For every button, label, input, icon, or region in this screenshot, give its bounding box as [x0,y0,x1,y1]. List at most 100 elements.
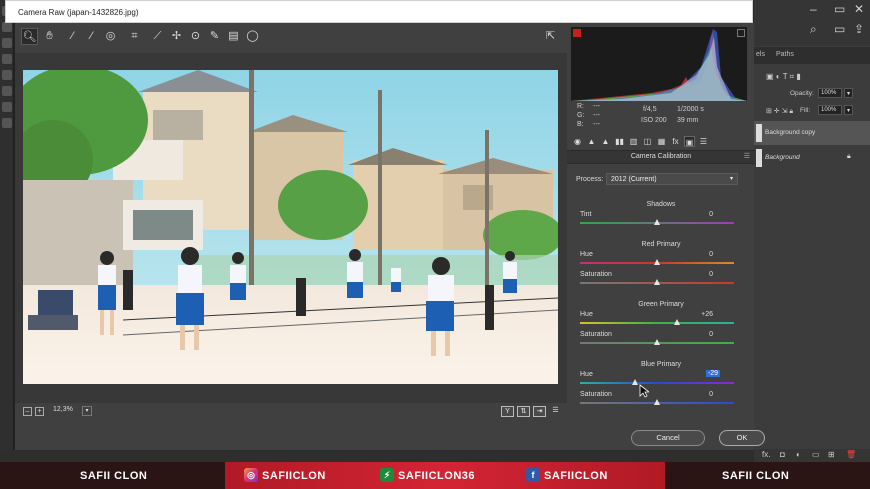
toolbar: 🔍︎ ✋︎ ⁄ ⁄ ◎ ⌗ ⟋ ✢ ⊙ ✎ ▤ ◯ ⇱ [15,26,565,51]
g-value: --- [593,112,600,119]
r-label: R: [577,103,584,110]
straighten-tool-icon[interactable]: ⟋ [149,28,166,45]
slider-thumb[interactable] [631,379,638,385]
hsl-tab-icon[interactable]: ▮▮ [614,136,625,147]
effects-tab-icon[interactable]: fx [670,136,681,147]
slider-thumb[interactable] [654,399,660,405]
panel-tab-strip: ◉ ▲ ▲ ▮▮ ▥ ◫ ▦ fx ▣ ☰ [567,135,755,149]
fx-button[interactable]: fx. [762,450,770,459]
hand-tool-icon[interactable]: ✋︎ [41,28,58,45]
trash-icon[interactable]: 🗑︎ [846,450,856,459]
green-hue-slider[interactable] [580,322,734,324]
slider-thumb[interactable] [654,259,660,265]
preview-area[interactable] [15,53,567,403]
close-icon[interactable]: ✕ [854,2,864,16]
targeted-adjustment-tool-icon[interactable]: ◎ [102,28,119,45]
minimize-icon[interactable]: – [810,2,817,16]
slider-value[interactable]: -29 [706,370,720,377]
adjustment-brush-tool-icon[interactable]: ✎ [206,28,223,45]
ps-tool-icon[interactable] [2,70,12,80]
fill-row: ⊞ ✛ ⇲ 🔒︎ Fill: 100% ▾ [754,104,870,120]
section-title-shadows: Shadows [646,201,676,208]
fill-field[interactable]: 100% [818,105,842,115]
slider-thumb[interactable] [674,319,681,325]
cancel-button[interactable]: Cancel [631,430,705,446]
ps-tool-icon[interactable] [2,38,12,48]
chevron-down-icon[interactable]: ▾ [844,88,853,98]
tone-curve-tab-icon[interactable]: ▲ [586,136,597,147]
aperture: f/4,5 [643,106,657,113]
workspace-icon[interactable]: ▭ [834,22,845,36]
preview-bottom-bar: – + 12,3% ▾ Y ⇅ ⇥ ☰ [15,406,567,420]
slider-value[interactable]: 0 [695,271,713,278]
filter-icons[interactable]: ▣ ◐ T ⌗ ▮ [766,72,801,82]
iso: ISO 200 [641,117,667,124]
slider-thumb[interactable] [654,279,660,285]
export-icon[interactable]: ⇱ [542,28,559,45]
slider-value[interactable]: 0 [695,331,713,338]
color-sampler-tool-icon[interactable]: ⁄ [83,28,100,45]
layer-name: Background [765,154,800,161]
restore-icon[interactable]: ▭ [834,2,845,16]
transform-tab-icon[interactable]: ▦ [656,136,667,147]
layer-row[interactable]: Background 🔒︎ [754,146,870,170]
swap-view-icon[interactable]: ⇅ [517,406,530,417]
detail-tab-icon[interactable]: ▲ [600,136,611,147]
dialog-title-bar: Camera Raw (japan-1432826.jpg) [5,0,753,23]
spot-removal-tool-icon[interactable]: ✢ [168,28,185,45]
layer-filter-row: ▣ ◐ T ⌗ ▮ [754,70,870,86]
layer-row[interactable]: Background copy [754,121,870,145]
tab-paths[interactable]: Paths [776,51,794,58]
lock-icons[interactable]: ⊞ ✛ ⇲ 🔒︎ [766,107,793,116]
slider-value[interactable]: 0 [695,391,713,398]
opacity-row: Opacity: 100% ▾ [754,87,870,103]
mask-icon[interactable]: ◘ [780,450,785,459]
lens-tab-icon[interactable]: ◫ [642,136,653,147]
presets-tab-icon[interactable]: ☰ [698,136,709,147]
split-toning-tab-icon[interactable]: ▥ [628,136,639,147]
ps-topbar: – ▭ ✕ ⌕ ▭ ⇪ [754,0,870,46]
zoom-dropdown-chevron-icon[interactable]: ▾ [82,406,92,416]
ps-tool-icon[interactable] [2,86,12,96]
before-after-view-icon[interactable]: Y [501,406,514,417]
blue-hue-slider[interactable] [580,382,734,384]
process-label: Process: [576,176,604,183]
slider-value[interactable]: 0 [695,251,713,258]
search-icon[interactable]: ⌕ [810,22,817,37]
chevron-down-icon[interactable]: ▾ [844,105,853,115]
zoom-out-icon[interactable]: – [23,407,32,416]
zoom-in-icon[interactable]: + [35,407,44,416]
white-balance-tool-icon[interactable]: ⁄ [64,28,81,45]
opacity-field[interactable]: 100% [818,88,842,98]
slider-value[interactable]: 0 [695,211,713,218]
zoom-tool-icon[interactable]: 🔍︎ [21,28,38,45]
slider-value[interactable]: +26 [695,311,713,318]
section-title-blue-primary: Blue Primary [640,361,682,368]
copy-settings-icon[interactable]: ⇥ [533,406,546,417]
section-title-red-primary: Red Primary [641,241,681,248]
slider-thumb[interactable] [654,219,660,225]
tab-layers[interactable]: els [756,51,765,58]
basic-tab-icon[interactable]: ◉ [572,136,583,147]
slider-thumb[interactable] [654,339,660,345]
red-eye-tool-icon[interactable]: ⊙ [187,28,204,45]
adjustment-icon[interactable]: ◐ [796,450,801,459]
ps-tool-icon[interactable] [2,118,12,128]
panel-menu-icon[interactable]: ☰ [744,151,750,163]
graduated-filter-tool-icon[interactable]: ▤ [225,28,242,45]
ps-tool-icon[interactable] [2,102,12,112]
ps-tool-icon[interactable] [2,54,12,64]
camera-calibration-tab-icon[interactable]: ▣ [684,136,695,147]
radial-filter-tool-icon[interactable]: ◯ [244,28,261,45]
slider-label: Tint [580,211,592,218]
preferences-icon[interactable]: ☰ [549,406,562,417]
panel-header: Camera Calibration ☰ [567,150,755,164]
new-layer-icon[interactable]: ⊞ [828,450,835,459]
process-dropdown[interactable]: 2012 (Current) ▾ [606,173,738,185]
folder-icon[interactable]: ▭ [812,450,820,459]
layer-name: Background copy [765,129,816,136]
share-icon[interactable]: ⇪ [854,22,864,36]
ps-tool-icon[interactable] [2,22,12,32]
ok-button[interactable]: OK [719,430,765,446]
crop-tool-icon[interactable]: ⌗ [126,28,143,45]
